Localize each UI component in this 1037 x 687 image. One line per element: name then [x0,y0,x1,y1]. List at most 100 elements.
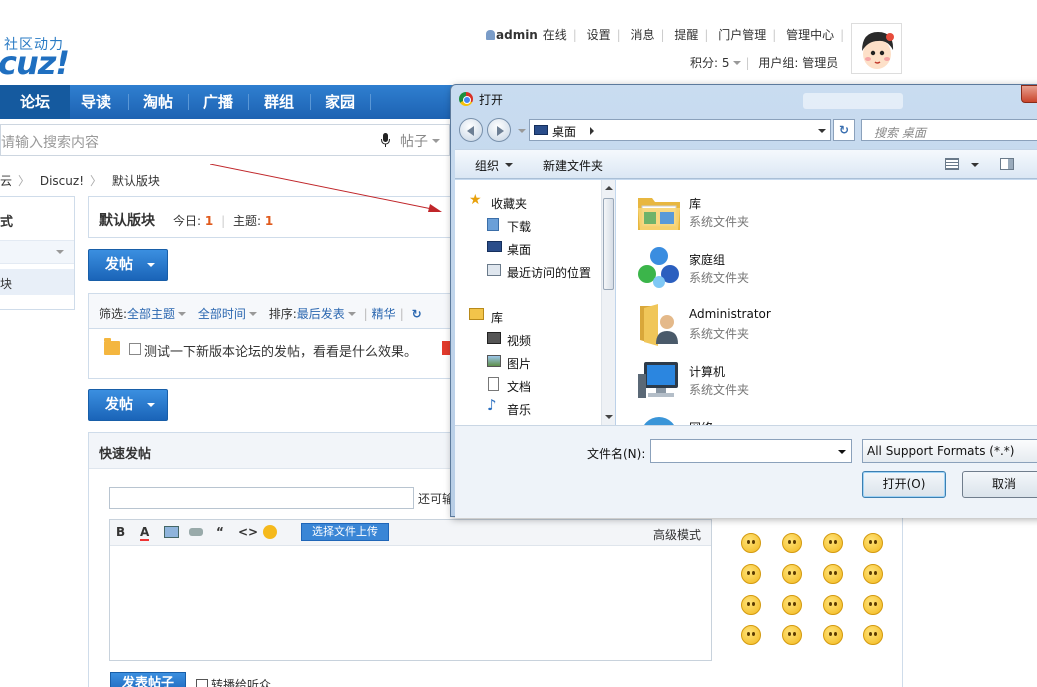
repost-checkbox[interactable] [196,679,208,687]
table-row[interactable]: 测试一下新版本论坛的发帖，看看是什么效果。 [88,329,458,379]
logo[interactable]: cuz! [0,44,70,82]
dialog-search-input[interactable]: 搜索 桌面 [861,119,1037,141]
refresh-icon[interactable]: ↻ [412,307,422,321]
admin-center-link[interactable]: 管理中心 [786,28,834,42]
nav-item-pictures[interactable]: 图片 [507,355,531,372]
nav-scrollbar[interactable] [601,180,615,425]
nav-item-libraries[interactable]: 库 [491,309,503,326]
organize-button[interactable]: 组织 [475,157,499,174]
nav-item-music[interactable]: 音乐 [507,401,531,418]
code-icon[interactable]: <> [238,525,258,539]
sort-last-post[interactable]: 最后发表 [297,307,345,321]
nav-item-recent[interactable]: 最近访问的位置 [507,264,591,281]
open-button[interactable]: 打开(O) [862,471,946,498]
breadcrumb-site[interactable]: Discuz! [40,174,84,188]
list-item[interactable]: 库 系统文件夹 [636,188,1036,238]
nav-item-videos[interactable]: 视频 [507,332,531,349]
chevron-down-icon[interactable] [838,450,846,454]
refresh-button[interactable]: ↻ [833,119,855,141]
image-icon[interactable] [164,526,179,538]
nav-home[interactable]: 家园 [325,85,355,119]
back-button[interactable] [459,118,483,142]
scroll-down-icon[interactable] [605,415,613,419]
messages-link[interactable]: 消息 [630,28,654,42]
nav-item-desktop[interactable]: 桌面 [507,241,531,258]
bold-icon[interactable]: B [116,525,125,539]
smiley-icon[interactable] [741,564,761,584]
filter-digest[interactable]: 精华 [372,307,396,321]
link-icon[interactable] [189,528,203,536]
notifications-link[interactable]: 提醒 [674,28,698,42]
breadcrumb-home[interactable]: 云 [0,174,12,188]
nav-item-favorites[interactable]: 收藏夹 [491,195,527,212]
thread-title[interactable]: 测试一下新版本论坛的发帖，看看是什么效果。 [144,341,417,360]
quote-icon[interactable]: “ [216,525,224,539]
smiley-icon[interactable] [823,625,843,645]
list-item[interactable]: 网络 [636,412,1036,425]
nav-forum[interactable]: 论坛 [0,85,70,119]
breadcrumb-forum[interactable]: 默认版块 [112,174,160,188]
advanced-mode-link[interactable]: 高级模式 [653,526,701,543]
close-button[interactable] [1021,85,1037,103]
post-editor[interactable]: B A “ <> 选择文件上传 高级模式 [109,519,712,661]
smiley-icon[interactable] [782,533,802,553]
font-color-icon[interactable]: A [140,525,150,541]
nav-groups[interactable]: 群组 [264,85,294,119]
subject-input[interactable] [109,487,414,509]
nav-guide[interactable]: 导读 [81,85,111,119]
emoji-icon[interactable] [263,525,277,539]
preview-pane-icon[interactable] [1000,158,1014,170]
new-folder-button[interactable]: 新建文件夹 [543,157,603,174]
smiley-icon[interactable] [823,564,843,584]
smiley-icon[interactable] [823,533,843,553]
smiley-icon[interactable] [782,595,802,615]
new-post-button-bottom[interactable]: 发帖 [88,389,168,421]
cancel-button[interactable]: 取消 [962,471,1037,498]
smiley-icon[interactable] [823,595,843,615]
portal-admin-link[interactable]: 门户管理 [718,28,766,42]
nav-item-downloads[interactable]: 下载 [507,218,531,235]
submit-post-button[interactable]: 发表帖子 [110,672,186,687]
microphone-icon[interactable] [381,133,390,147]
upload-file-button[interactable]: 选择文件上传 [301,523,389,541]
file-format-select[interactable]: All Support Formats (*.*) [862,439,1037,463]
points-menu[interactable]: 积分: 5 [690,56,730,70]
smiley-icon[interactable] [863,595,883,615]
scroll-up-icon[interactable] [605,186,613,190]
chevron-down-icon[interactable] [518,129,526,133]
search-type-select[interactable]: 帖子 [400,131,428,151]
smiley-icon[interactable] [782,564,802,584]
smiley-icon[interactable] [863,625,883,645]
new-post-button[interactable]: 发帖 [88,249,168,281]
list-item[interactable]: 家庭组 系统文件夹 [636,244,1036,294]
view-icon[interactable] [945,158,959,170]
smiley-icon[interactable] [741,533,761,553]
online-status[interactable]: 在线 [543,28,567,42]
scrollbar-thumb[interactable] [603,198,614,290]
address-bar[interactable]: 桌面 [529,119,831,141]
filter-all-threads[interactable]: 全部主题 [127,307,175,321]
avatar[interactable] [851,23,902,74]
nav-collections[interactable]: 淘帖 [143,85,173,119]
filter-all-time[interactable]: 全部时间 [198,307,246,321]
settings-link[interactable]: 设置 [587,28,611,42]
usergroup-link[interactable]: 用户组: 管理员 [758,56,838,70]
smiley-icon[interactable] [782,625,802,645]
smiley-icon[interactable] [741,595,761,615]
list-item[interactable]: 计算机 系统文件夹 [636,356,1036,406]
chevron-down-icon[interactable] [818,129,826,133]
smiley-icon[interactable] [863,533,883,553]
nav-broadcast[interactable]: 广播 [203,85,233,119]
sidebar-item-forum[interactable]: 块 [0,269,74,295]
username-link[interactable]: admin [496,28,538,42]
sidebar-collapse-row[interactable] [0,240,74,264]
forward-button[interactable] [487,118,511,142]
filename-input[interactable] [650,439,852,463]
list-item[interactable]: Administrator 系统文件夹 [636,300,1036,350]
smiley-icon[interactable] [863,564,883,584]
nav-item-documents[interactable]: 文档 [507,378,531,395]
search-input[interactable]: 请输入搜索内容 [1,132,99,152]
smiley-icon[interactable] [741,625,761,645]
address-location[interactable]: 桌面 [552,123,576,140]
chevron-right-icon[interactable] [590,127,594,135]
